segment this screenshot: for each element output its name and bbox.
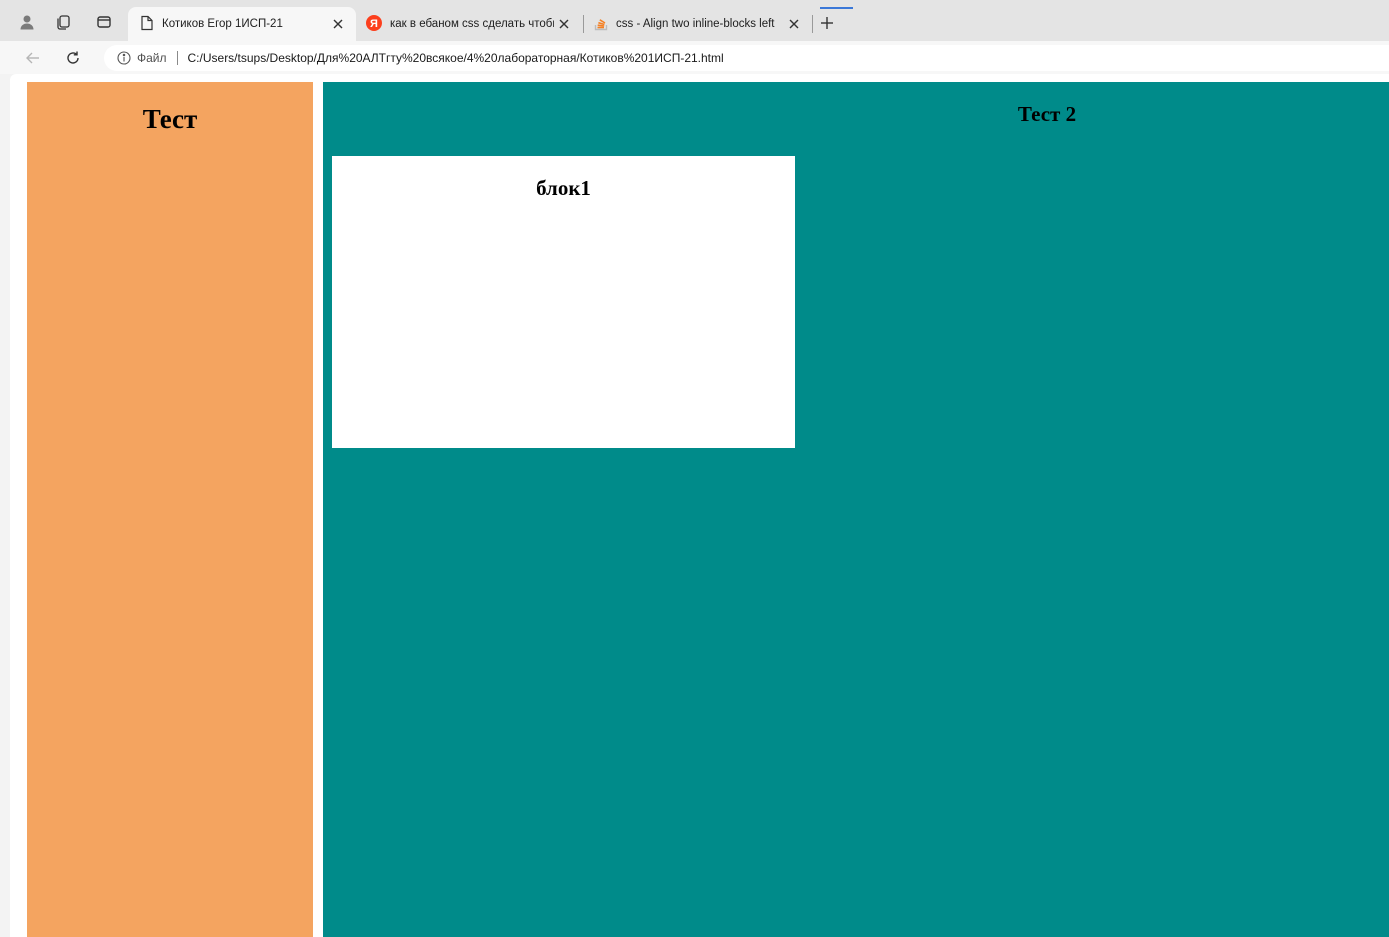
toolbar: Файл C:/Users/tsups/Desktop/Для%20АЛТгту… — [0, 41, 1389, 74]
tab-title: Котиков Егор 1ИСП-21 — [162, 18, 283, 30]
block1: блок1 — [332, 156, 795, 448]
tab-title: css - Align two inline-blocks left — [616, 18, 775, 30]
address-bar[interactable]: Файл C:/Users/tsups/Desktop/Для%20АЛТгту… — [104, 45, 1389, 71]
close-tab-icon[interactable] — [328, 14, 348, 34]
tab-stackoverflow[interactable]: css - Align two inline-blocks left — [586, 7, 812, 41]
tab-separator — [583, 15, 584, 33]
info-icon[interactable] — [116, 50, 132, 66]
left-panel: Тест — [27, 82, 313, 937]
tab-yandex[interactable]: Я как в ебаном css сделать чтобы — [360, 7, 582, 41]
tab-separator — [812, 15, 813, 33]
loading-indicator — [820, 7, 853, 9]
new-tab-icon[interactable] — [816, 12, 838, 34]
url-text[interactable]: C:/Users/tsups/Desktop/Для%20АЛТгту%20вс… — [188, 51, 724, 65]
tab-title: как в ебаном css сделать чтобы — [390, 18, 554, 30]
left-heading: Тест — [142, 104, 198, 134]
stackoverflow-icon — [594, 15, 608, 34]
address-separator — [176, 51, 178, 65]
tab-actions-icon[interactable] — [93, 11, 115, 33]
page-viewport: Тест Тест 2 блок1 — [10, 74, 1389, 937]
collections-icon[interactable] — [52, 11, 74, 33]
back-arrow-icon[interactable] — [22, 47, 44, 69]
close-tab-icon[interactable] — [554, 14, 574, 34]
block-heading: блок1 — [536, 176, 591, 200]
right-heading: Тест 2 — [1017, 102, 1077, 126]
scheme-label: Файл — [137, 51, 167, 65]
close-tab-icon[interactable] — [784, 14, 804, 34]
profile-icon[interactable] — [16, 11, 38, 33]
tab-active[interactable]: Котиков Егор 1ИСП-21 — [128, 7, 356, 41]
page-icon — [140, 15, 154, 34]
browser-window: Котиков Егор 1ИСП-21 Я как в ебаном css … — [0, 0, 1389, 937]
svg-text:Я: Я — [370, 18, 378, 30]
right-panel: Тест 2 блок1 — [323, 82, 1389, 937]
yandex-icon: Я — [366, 14, 382, 34]
tab-strip: Котиков Егор 1ИСП-21 Я как в ебаном css … — [0, 0, 1389, 41]
reload-icon[interactable] — [62, 47, 84, 69]
